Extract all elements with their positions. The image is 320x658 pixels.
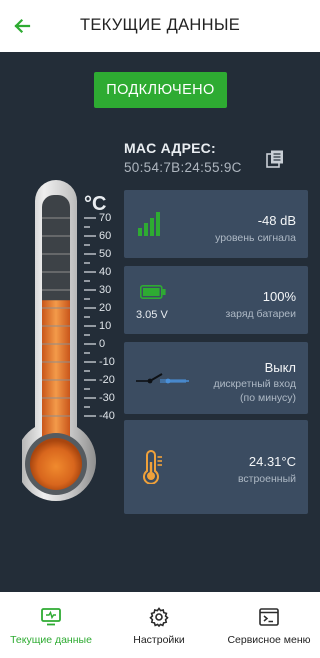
terminal-icon [259, 608, 279, 626]
thermometer-scale-label: 30 [99, 284, 112, 296]
thermometer-scale-label: 0 [99, 338, 106, 350]
input-label-line1: дискретный вход [213, 378, 296, 390]
battery-label: заряд батареи [225, 308, 296, 320]
copy-mac-button[interactable] [264, 148, 286, 170]
mac-value: 50:54:7B:24:55:9C [124, 160, 242, 175]
copy-icon [266, 150, 283, 168]
input-state-value: Выкл [264, 360, 296, 375]
bottom-navigation: Текущие данные Настройки Сервисное меню [0, 592, 320, 658]
thermometer-icon [143, 450, 162, 484]
thermometer-scale-label: 60 [99, 230, 112, 242]
thermometer-fill [42, 300, 70, 447]
thermometer-scale-label: 20 [99, 302, 112, 314]
thermometer-bulb [30, 438, 82, 490]
thermometer-scale-label: 10 [99, 320, 112, 332]
app-bar: ТЕКУЩИЕ ДАННЫЕ [0, 0, 320, 52]
input-label-line2: (по минусу) [240, 392, 296, 404]
nav-label-settings: Настройки [133, 634, 185, 646]
battery-icon [140, 285, 166, 299]
thermometer-scale-label: 70 [99, 212, 112, 224]
signal-label: уровень сигнала [215, 232, 296, 244]
nav-label-service-menu: Сервисное меню [227, 634, 311, 646]
nav-current-data[interactable]: Текущие данные [0, 592, 102, 658]
temperature-card: 24.31°C встроенный [124, 420, 308, 514]
nav-settings[interactable]: Настройки [108, 592, 210, 658]
temperature-label: встроенный [237, 473, 296, 485]
monitor-icon [41, 608, 61, 626]
thermometer-scale-label: -30 [99, 392, 115, 404]
thermometer-scale-label: 50 [99, 248, 112, 260]
thermometer-scale-label: -40 [99, 410, 115, 422]
gear-icon [149, 607, 169, 627]
battery-voltage: 3.05 V [136, 309, 168, 321]
main-panel: ПОДКЛЮЧЕНО MAC АДРЕС: 50:54:7B:24:55:9C [0, 52, 320, 592]
nav-service-menu[interactable]: Сервисное меню [218, 592, 320, 658]
temperature-value: 24.31°C [248, 454, 296, 469]
discrete-input-card: Выкл дискретный вход (по минусу) [124, 342, 308, 414]
thermometer-scale-label: -20 [99, 374, 115, 386]
mac-label: MAC АДРЕС: [124, 140, 216, 156]
signal-card: -48 dB уровень сигнала [124, 190, 308, 258]
connection-status-button[interactable]: ПОДКЛЮЧЕНО [94, 72, 227, 108]
signal-bars-icon [138, 212, 160, 236]
signal-value: -48 dB [257, 213, 296, 228]
battery-card: 3.05 V 100% заряд батареи [124, 266, 308, 334]
nav-label-current-data: Текущие данные [10, 634, 92, 646]
switch-open-icon [136, 373, 189, 384]
thermometer-scale-label: -10 [99, 356, 115, 368]
battery-value: 100% [262, 289, 296, 304]
page-title: ТЕКУЩИЕ ДАННЫЕ [79, 16, 241, 34]
thermometer-scale-label: 40 [99, 266, 112, 278]
